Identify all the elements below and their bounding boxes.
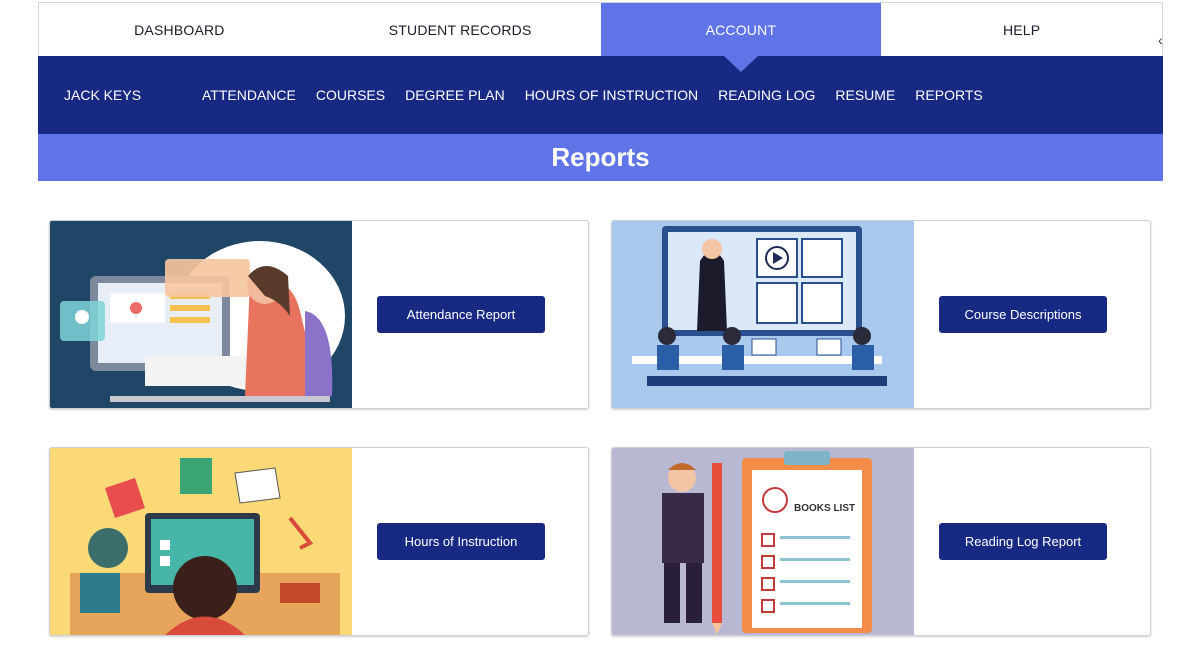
subnav-links: ATTENDANCE COURSES DEGREE PLAN HOURS OF … <box>202 87 1003 103</box>
attendance-report-button[interactable]: Attendance Report <box>377 296 545 333</box>
top-navigation: DASHBOARD STUDENT RECORDS ACCOUNT HELP <box>38 2 1163 72</box>
account-subnav: JACK KEYS ATTENDANCE COURSES DEGREE PLAN… <box>38 56 1163 134</box>
page-title: Reports <box>551 142 650 172</box>
classroom-presentation-illustration <box>612 221 914 408</box>
subnav-item-courses[interactable]: COURSES <box>316 87 385 103</box>
student-at-computer-illustration <box>50 448 352 635</box>
hours-of-instruction-button[interactable]: Hours of Instruction <box>377 523 545 560</box>
reading-log-report-button[interactable]: Reading Log Report <box>939 523 1107 560</box>
tab-dashboard[interactable]: DASHBOARD <box>39 3 320 56</box>
tab-account[interactable]: ACCOUNT <box>600 3 882 72</box>
subnav-item-reading-log[interactable]: READING LOG <box>718 87 815 103</box>
report-card-course-descriptions: Course Descriptions <box>611 220 1151 409</box>
books-list-heading: BOOKS LIST <box>794 503 855 514</box>
edge-chevron-icon: ‹ <box>1158 32 1163 48</box>
report-card-reading-log: BOOKS LIST Reading Log Report <box>611 447 1151 636</box>
subnav-item-resume[interactable]: RESUME <box>835 87 895 103</box>
online-learning-illustration <box>50 221 352 408</box>
report-card-hours-of-instruction: Hours of Instruction <box>49 447 589 636</box>
report-card-attendance: Attendance Report <box>49 220 589 409</box>
tab-student-records[interactable]: STUDENT RECORDS <box>320 3 601 56</box>
tab-help[interactable]: HELP <box>881 3 1162 56</box>
student-name[interactable]: JACK KEYS <box>64 87 204 103</box>
subnav-item-degree-plan[interactable]: DEGREE PLAN <box>405 87 505 103</box>
subnav-item-hours-of-instruction[interactable]: HOURS OF INSTRUCTION <box>525 87 698 103</box>
course-descriptions-button[interactable]: Course Descriptions <box>939 296 1107 333</box>
subnav-item-attendance[interactable]: ATTENDANCE <box>202 87 296 103</box>
books-list-clipboard-illustration: BOOKS LIST <box>612 448 914 635</box>
subnav-item-reports[interactable]: REPORTS <box>915 87 982 103</box>
page-banner: Reports <box>38 134 1163 181</box>
